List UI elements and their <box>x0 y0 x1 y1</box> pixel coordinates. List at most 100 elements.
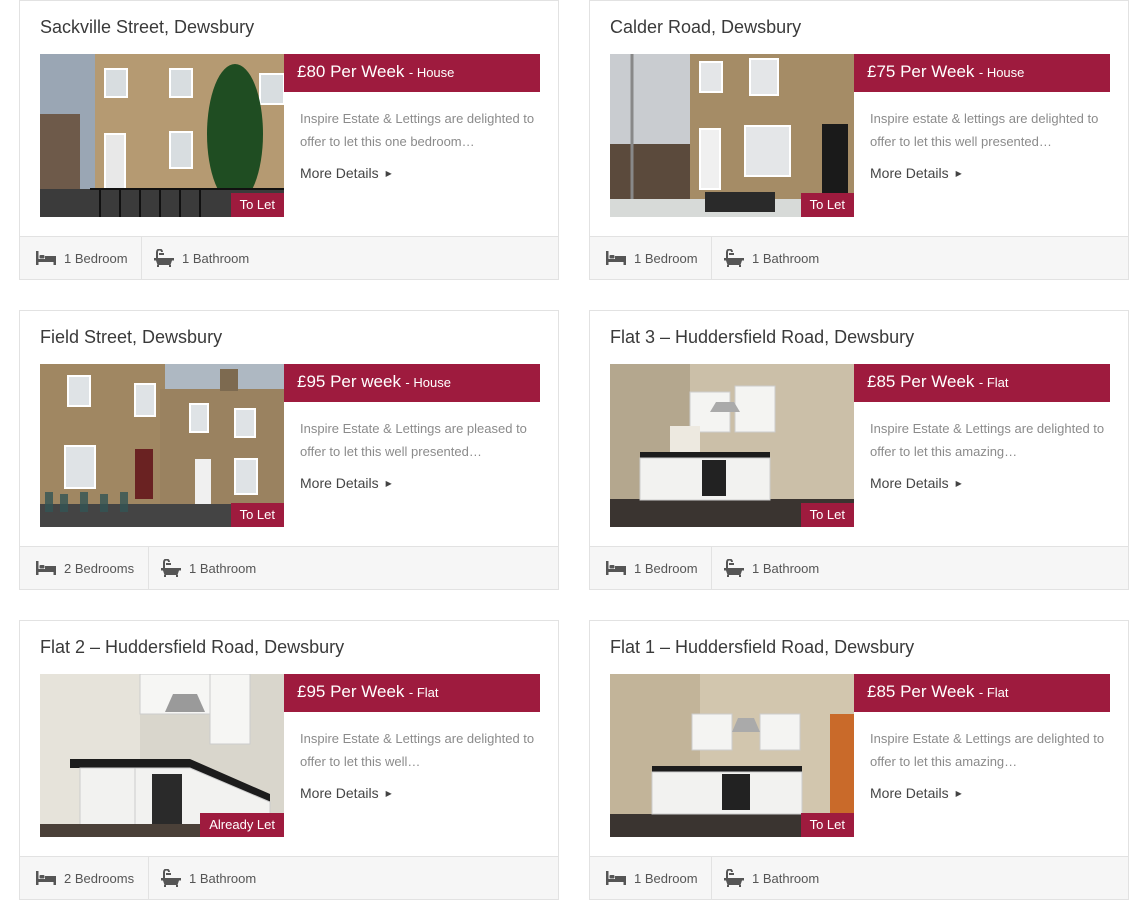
bed-icon <box>36 871 56 885</box>
listing-title[interactable]: Flat 2 – Huddersfield Road, Dewsbury <box>40 637 344 658</box>
bathrooms-feature: 1 Bathroom <box>711 547 819 589</box>
bathrooms-label: 1 Bathroom <box>189 870 257 886</box>
bathrooms-label: 1 Bathroom <box>752 560 820 576</box>
price-bar: £80 Per Week - House <box>284 54 540 92</box>
bedrooms-feature: 2 Bedrooms <box>20 857 148 899</box>
listing-description: Inspire Estate & Lettings are delighted … <box>870 731 1105 769</box>
listing-card: Sackville Street, Dewsbury To Let £80 Pe… <box>19 0 559 280</box>
bath-icon <box>724 869 744 887</box>
listing-description: Inspire Estate & Lettings are pleased to… <box>300 421 527 459</box>
property-type: - Flat <box>408 685 439 700</box>
listing-card: Field Street, Dewsbury To Let £95 Per we… <box>19 310 559 590</box>
bathrooms-feature: 1 Bathroom <box>148 857 256 899</box>
bedrooms-label: 1 Bedroom <box>64 250 128 266</box>
price-amount: £85 Per Week <box>867 372 975 391</box>
bathrooms-label: 1 Bathroom <box>752 250 820 266</box>
bed-icon <box>606 871 626 885</box>
status-badge: To Let <box>800 193 854 217</box>
listing-photo[interactable]: To Let <box>610 54 854 217</box>
listing-features: 2 Bedrooms 1 Bathroom <box>20 856 558 899</box>
bedrooms-label: 1 Bedroom <box>634 870 698 886</box>
price-amount: £85 Per Week <box>867 682 975 701</box>
listing-description: Inspire estate & lettings are delighted … <box>870 111 1099 149</box>
bathrooms-feature: 1 Bathroom <box>711 857 819 899</box>
more-details-label: More Details <box>870 475 949 491</box>
bath-icon <box>154 249 174 267</box>
bedrooms-label: 2 Bedrooms <box>64 560 135 576</box>
property-type: - House <box>978 65 1025 80</box>
listing-title[interactable]: Calder Road, Dewsbury <box>610 17 801 38</box>
more-details-label: More Details <box>870 785 949 801</box>
bedrooms-label: 1 Bedroom <box>634 250 698 266</box>
more-details-link[interactable]: More Details ▶ <box>870 165 962 181</box>
bedrooms-feature: 1 Bedroom <box>590 237 711 279</box>
price-amount: £95 Per week <box>297 372 401 391</box>
listing-title[interactable]: Flat 1 – Huddersfield Road, Dewsbury <box>610 637 914 658</box>
bed-icon <box>36 251 56 265</box>
price-amount: £95 Per Week <box>297 682 405 701</box>
bedrooms-feature: 1 Bedroom <box>20 237 141 279</box>
bath-icon <box>724 249 744 267</box>
listing-card: Flat 2 – Huddersfield Road, Dewsbury Alr… <box>19 620 559 900</box>
bedrooms-label: 1 Bedroom <box>634 560 698 576</box>
more-details-link[interactable]: More Details ▶ <box>870 475 962 491</box>
bathrooms-feature: 1 Bathroom <box>711 237 819 279</box>
bath-icon <box>161 869 181 887</box>
more-details-link[interactable]: More Details ▶ <box>300 785 392 801</box>
caret-right-icon: ▶ <box>955 789 962 798</box>
bed-icon <box>606 251 626 265</box>
listing-description: Inspire Estate & Lettings are delighted … <box>300 731 535 769</box>
status-badge: Already Let <box>200 813 284 837</box>
status-badge: To Let <box>230 503 284 527</box>
listing-description: Inspire Estate & Lettings are delighted … <box>300 111 535 149</box>
caret-right-icon: ▶ <box>955 479 962 488</box>
listing-photo[interactable]: To Let <box>40 54 284 217</box>
listing-card: Calder Road, Dewsbury To Let £75 Per Wee… <box>589 0 1129 280</box>
bed-icon <box>606 561 626 575</box>
property-type: - House <box>408 65 455 80</box>
listing-features: 1 Bedroom 1 Bathroom <box>590 856 1128 899</box>
listing-photo[interactable]: Already Let <box>40 674 284 837</box>
bathrooms-label: 1 Bathroom <box>752 870 820 886</box>
bed-icon <box>36 561 56 575</box>
listing-title[interactable]: Field Street, Dewsbury <box>40 327 222 348</box>
more-details-link[interactable]: More Details ▶ <box>300 475 392 491</box>
bathrooms-label: 1 Bathroom <box>182 250 250 266</box>
property-type: - Flat <box>978 685 1009 700</box>
price-amount: £75 Per Week <box>867 62 975 81</box>
price-bar: £85 Per Week - Flat <box>854 674 1110 712</box>
caret-right-icon: ▶ <box>385 169 392 178</box>
more-details-label: More Details <box>300 165 379 181</box>
more-details-link[interactable]: More Details ▶ <box>870 785 962 801</box>
listing-title[interactable]: Flat 3 – Huddersfield Road, Dewsbury <box>610 327 914 348</box>
listing-features: 1 Bedroom 1 Bathroom <box>590 236 1128 279</box>
listing-features: 2 Bedrooms 1 Bathroom <box>20 546 558 589</box>
bath-icon <box>724 559 744 577</box>
property-type: - House <box>405 375 451 390</box>
listing-features: 1 Bedroom 1 Bathroom <box>20 236 558 279</box>
caret-right-icon: ▶ <box>955 169 962 178</box>
listing-title[interactable]: Sackville Street, Dewsbury <box>40 17 254 38</box>
listing-photo[interactable]: To Let <box>610 674 854 837</box>
bedrooms-label: 2 Bedrooms <box>64 870 135 886</box>
bedrooms-feature: 1 Bedroom <box>590 547 711 589</box>
listing-photo[interactable]: To Let <box>40 364 284 527</box>
listing-photo[interactable]: To Let <box>610 364 854 527</box>
status-badge: To Let <box>800 813 854 837</box>
listing-features: 1 Bedroom 1 Bathroom <box>590 546 1128 589</box>
listing-description: Inspire Estate & Lettings are delighted … <box>870 421 1105 459</box>
caret-right-icon: ▶ <box>385 789 392 798</box>
more-details-label: More Details <box>300 785 379 801</box>
bedrooms-feature: 1 Bedroom <box>590 857 711 899</box>
bathrooms-feature: 1 Bathroom <box>148 547 256 589</box>
status-badge: To Let <box>230 193 284 217</box>
more-details-label: More Details <box>300 475 379 491</box>
more-details-link[interactable]: More Details ▶ <box>300 165 392 181</box>
bath-icon <box>161 559 181 577</box>
bedrooms-feature: 2 Bedrooms <box>20 547 148 589</box>
caret-right-icon: ▶ <box>385 479 392 488</box>
bathrooms-feature: 1 Bathroom <box>141 237 249 279</box>
listing-card: Flat 3 – Huddersfield Road, Dewsbury To … <box>589 310 1129 590</box>
price-bar: £85 Per Week - Flat <box>854 364 1110 402</box>
price-bar: £95 Per week - House <box>284 364 540 402</box>
